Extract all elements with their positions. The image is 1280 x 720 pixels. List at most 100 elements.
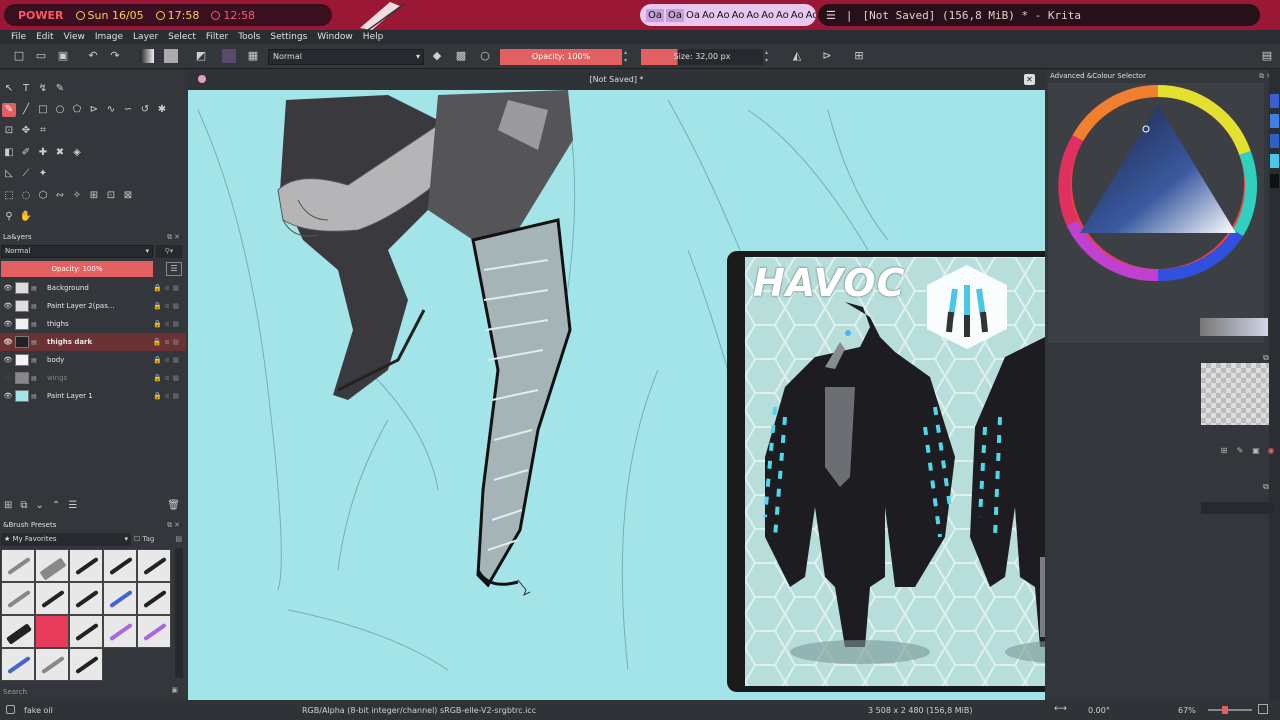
- measure-tool-icon[interactable]: ⟋: [19, 167, 33, 181]
- blend-mode-select[interactable]: Normal: [268, 49, 424, 65]
- duplicate-layer-icon[interactable]: ⧉: [20, 500, 27, 511]
- transform-tool-icon[interactable]: ⊡: [2, 124, 16, 138]
- size-spinner[interactable]: ▴ ▾: [765, 49, 771, 65]
- edit-shapes-icon[interactable]: ↯: [36, 82, 50, 96]
- workspace-item[interactable]: Ao: [702, 10, 715, 21]
- bezier-tool-icon[interactable]: ∿: [104, 103, 118, 117]
- layer-lock-icons[interactable]: 🔒α▦: [153, 356, 182, 364]
- brush-preset[interactable]: [69, 582, 103, 615]
- freehand-path-icon[interactable]: ∽: [121, 103, 135, 117]
- workspace-item[interactable]: Oa: [646, 8, 664, 22]
- window-menu-icon[interactable]: ☰: [826, 9, 836, 22]
- power-label[interactable]: POWER: [18, 9, 64, 22]
- preset-search-input[interactable]: Search: [1, 685, 167, 699]
- brush-preset[interactable]: [69, 549, 103, 582]
- brush-preset[interactable]: [35, 648, 69, 681]
- menu-view[interactable]: View: [59, 32, 90, 42]
- calligraphy-icon[interactable]: ✎: [53, 82, 67, 96]
- reference-tool-icon[interactable]: ✦: [36, 167, 50, 181]
- brush-preset[interactable]: [1, 582, 35, 615]
- layer-row[interactable]: 👁 ▤ Paint Layer 1 🔒α▦: [0, 387, 186, 405]
- layer-row[interactable]: 👁 ▤ thighs 🔒α▦: [0, 315, 186, 333]
- new-document-icon[interactable]: □: [12, 49, 26, 63]
- opacity-spinner[interactable]: ▴ ▾: [624, 49, 630, 65]
- docker-float-close-icons[interactable]: ⧉✕: [167, 233, 182, 242]
- menu-image[interactable]: Image: [90, 32, 128, 42]
- rotate-arrows-icon[interactable]: ⟷: [1054, 704, 1067, 714]
- add-icon[interactable]: ⊞: [1219, 446, 1229, 456]
- brush-preset[interactable]: [35, 549, 69, 582]
- brush-preset-icon[interactable]: [222, 49, 236, 63]
- eraser-mode-icon[interactable]: ◆: [430, 49, 444, 63]
- line-tool-icon[interactable]: ╱: [19, 103, 33, 117]
- layer-lock-icons[interactable]: 🔒α▦: [153, 284, 182, 292]
- layer-lock-icons[interactable]: 🔒α▦: [153, 338, 182, 346]
- ellipse-tool-icon[interactable]: ○: [53, 103, 67, 117]
- docker-float-icon[interactable]: ⧉: [1261, 482, 1271, 492]
- layer-row[interactable]: ○ ▤ wings 🔒α▦: [0, 369, 186, 387]
- workspace-item[interactable]: Oa: [686, 10, 700, 21]
- mirror-vertical-icon[interactable]: ⊳: [820, 49, 834, 63]
- colour-selector-panel[interactable]: [1048, 83, 1264, 343]
- colour-picker-icon[interactable]: ✐: [19, 146, 33, 160]
- brush-preset[interactable]: [103, 615, 137, 648]
- eye-icon[interactable]: 👁: [3, 392, 13, 400]
- move-tool-icon[interactable]: ✥: [19, 124, 33, 138]
- eye-icon[interactable]: 👁: [3, 284, 13, 292]
- layer-row-active[interactable]: 👁 ▤ thighs dark 🔒α▦: [0, 333, 186, 351]
- layer-lock-icons[interactable]: 🔒α▦: [153, 320, 182, 328]
- save-icon[interactable]: ▣: [1251, 446, 1261, 456]
- undo-icon[interactable]: ↶: [86, 49, 100, 63]
- preset-tag-select[interactable]: ★ My Favorites: [1, 533, 131, 546]
- opacity-slider[interactable]: Opacity: 100%: [500, 49, 622, 65]
- colour-swatch[interactable]: [1270, 174, 1279, 188]
- workspace-item[interactable]: Ao: [791, 10, 804, 21]
- smart-patch-icon[interactable]: ✚: [36, 146, 50, 160]
- bezier-select-icon[interactable]: ⊡: [104, 189, 118, 203]
- colour-history-bar[interactable]: [1200, 318, 1268, 336]
- open-document-icon[interactable]: ▭: [34, 49, 48, 63]
- mirror-horizontal-icon[interactable]: ◭: [790, 49, 804, 63]
- brush-preset[interactable]: [137, 549, 171, 582]
- workspace-item[interactable]: Ao: [746, 10, 759, 21]
- colour-swatch[interactable]: [1270, 94, 1279, 108]
- edit-icon[interactable]: ✎: [1235, 446, 1245, 456]
- layer-options-icon[interactable]: ☰: [166, 262, 182, 276]
- polygon-select-icon[interactable]: ⬡: [36, 189, 50, 203]
- workspace-item[interactable]: Oa: [666, 8, 684, 22]
- layer-properties-icon[interactable]: ☰: [68, 500, 77, 511]
- colour-wheel[interactable]: [1048, 83, 1264, 343]
- pattern-swatch-icon[interactable]: [164, 49, 178, 63]
- crop-tool-icon[interactable]: ⌗: [36, 124, 50, 138]
- brush-preset[interactable]: [1, 615, 35, 648]
- layer-lock-icons[interactable]: 🔒α▦: [153, 374, 182, 382]
- brush-preset[interactable]: [103, 582, 137, 615]
- menu-select[interactable]: Select: [163, 32, 201, 42]
- brush-preset[interactable]: [69, 648, 103, 681]
- menu-tools[interactable]: Tools: [233, 32, 265, 42]
- eye-icon[interactable]: 👁: [3, 356, 13, 364]
- add-layer-icon[interactable]: ⊞: [4, 500, 12, 511]
- brush-preset[interactable]: [35, 582, 69, 615]
- ellipse-select-icon[interactable]: ◌: [19, 189, 33, 203]
- freehand-brush-icon[interactable]: ✎: [2, 103, 16, 117]
- gradient-swatch-icon[interactable]: [140, 49, 154, 63]
- brush-preset[interactable]: [137, 615, 171, 648]
- eye-icon[interactable]: 👁: [3, 302, 13, 310]
- workspace-item[interactable]: Ao: [806, 10, 816, 21]
- canvas-tab-title[interactable]: [Not Saved] *: [188, 75, 1045, 84]
- move-layer-up-icon[interactable]: ⌃: [52, 500, 60, 511]
- fill-tool-icon[interactable]: ◈: [70, 146, 84, 160]
- redo-icon[interactable]: ↷: [108, 49, 122, 63]
- patch-tool-icon[interactable]: ✖: [53, 146, 67, 160]
- freehand-select-icon[interactable]: ∾: [53, 189, 67, 203]
- rotation-label[interactable]: 0.00°: [1088, 706, 1110, 715]
- zoom-slider[interactable]: [1208, 706, 1252, 714]
- rect-select-icon[interactable]: ⬚: [2, 189, 16, 203]
- brush-editor-icon[interactable]: ▦: [246, 49, 260, 63]
- menu-help[interactable]: Help: [358, 32, 389, 42]
- colour-swatch[interactable]: [1270, 134, 1279, 148]
- delete-icon[interactable]: ◉: [1266, 446, 1276, 456]
- save-icon[interactable]: ▣: [56, 49, 70, 63]
- fit-page-icon[interactable]: [1258, 704, 1268, 714]
